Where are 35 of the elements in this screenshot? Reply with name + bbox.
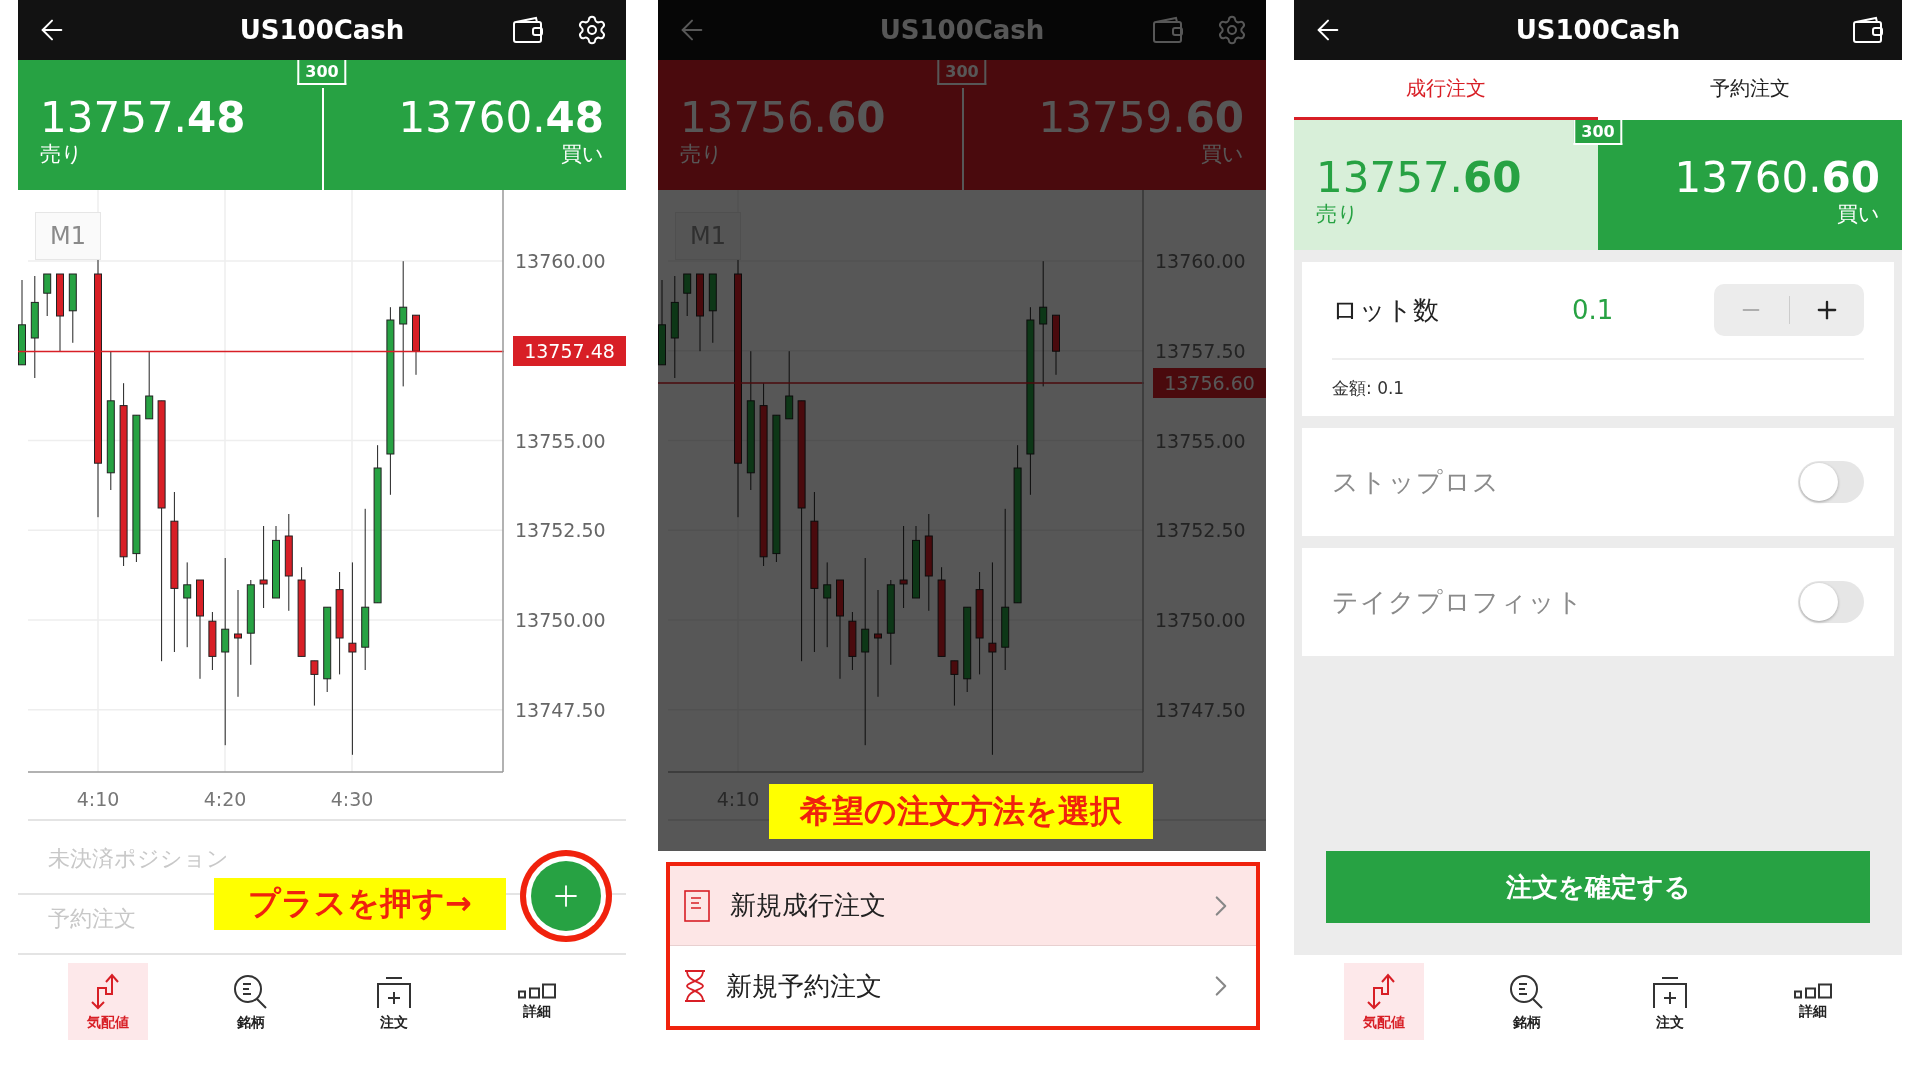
axis-label: 4:10 bbox=[76, 788, 120, 810]
lot-value: 0.1 bbox=[1572, 295, 1615, 325]
setting-label: ストップロス bbox=[1332, 465, 1500, 499]
axis-label: 13750.00 bbox=[515, 609, 606, 631]
amount-text: 金額: 0.1 bbox=[1332, 376, 1406, 400]
axis-label: 13755.00 bbox=[515, 429, 606, 452]
annotation-callout: プラスを押す→ bbox=[214, 878, 506, 930]
buy-label: 買い bbox=[561, 141, 604, 169]
sell-price: 13757.48 bbox=[40, 95, 246, 141]
setting-label: テイクプロフィット bbox=[1332, 585, 1584, 619]
price-marker: 13757.48 bbox=[513, 336, 626, 367]
price-marker: 13756.60 bbox=[1153, 368, 1266, 399]
axis-label: 13752.50 bbox=[515, 519, 606, 542]
window-title: US100Cash bbox=[879, 15, 1045, 45]
axis-label: 4:20 bbox=[203, 788, 247, 810]
buy-label: 買い bbox=[1837, 201, 1880, 229]
buy-price: 13760.48 bbox=[398, 95, 604, 141]
sell-price: 13757.60 bbox=[1316, 155, 1522, 201]
buy-label: 買い bbox=[1201, 141, 1244, 169]
axis-label: 4:30 bbox=[330, 788, 374, 810]
sell-label: 売り bbox=[40, 141, 83, 169]
sell-price: 13756.60 bbox=[680, 95, 886, 141]
sell-label: 売り bbox=[680, 141, 723, 169]
spread-badge: 300 bbox=[937, 60, 987, 85]
buy-price: 13760.60 bbox=[1674, 155, 1880, 201]
buy-price: 13759.60 bbox=[1038, 95, 1244, 141]
window-title: US100Cash bbox=[1515, 15, 1681, 45]
spread-badge: 300 bbox=[1573, 120, 1623, 145]
axis-label: 13760.00 bbox=[515, 250, 606, 272]
sell-label: 売り bbox=[1316, 201, 1359, 229]
window-title: US100Cash bbox=[239, 15, 405, 45]
spread-badge: 300 bbox=[297, 60, 347, 85]
lot-label: ロット数 bbox=[1332, 293, 1440, 327]
axis-label: 13747.50 bbox=[515, 698, 606, 721]
annotation-callout: 希望の注文方法を選択 bbox=[769, 784, 1153, 839]
